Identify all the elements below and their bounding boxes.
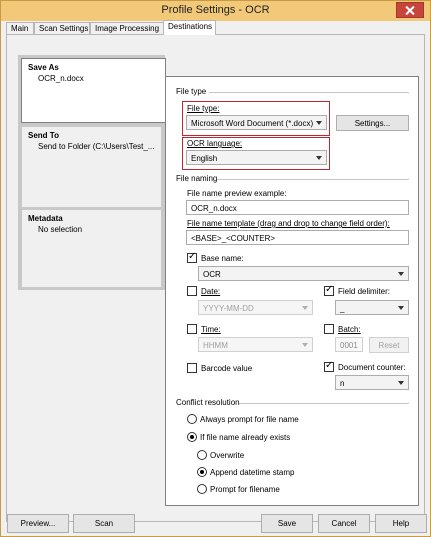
overwrite-radio[interactable] xyxy=(197,450,207,460)
save-button[interactable]: Save xyxy=(261,514,313,533)
preview-button[interactable]: Preview... xyxy=(7,514,69,533)
base-name-label: Base name: xyxy=(201,254,244,263)
help-button[interactable]: Help xyxy=(375,514,427,533)
always-prompt-radio[interactable] xyxy=(187,414,197,424)
file-type-heading: File type xyxy=(176,87,207,96)
tab-image-processing[interactable]: Image Processing xyxy=(90,22,164,34)
base-name-checkbox[interactable] xyxy=(187,251,197,263)
document-counter-checkbox[interactable] xyxy=(324,360,334,372)
destination-settings-panel: File type File type: Microsoft Word Docu… xyxy=(165,76,419,506)
always-prompt-label: Always prompt for file name xyxy=(200,415,299,424)
scan-button[interactable]: Scan xyxy=(73,514,135,533)
send-to-card[interactable]: Send To Send to Folder (C:\Users\Test_..… xyxy=(22,127,161,207)
chevron-down-icon xyxy=(316,121,322,125)
chevron-down-icon xyxy=(398,272,404,276)
date-format-value: YYYY-MM-DD xyxy=(203,304,254,313)
date-checkbox[interactable] xyxy=(187,286,197,296)
overwrite-label: Overwrite xyxy=(210,451,245,460)
append-datetime-label: Append datetime stamp xyxy=(210,468,295,477)
conflict-divider xyxy=(239,403,409,404)
prompt-filename-radio[interactable] xyxy=(197,484,207,494)
save-as-value: OCR_n.docx xyxy=(38,74,84,83)
close-icon[interactable] xyxy=(396,2,424,18)
batch-label: Batch: xyxy=(338,325,361,334)
settings-button[interactable]: Settings... xyxy=(336,115,409,131)
preview-field[interactable]: OCR_n.docx xyxy=(186,200,409,215)
field-delimiter-label: Field delimiter: xyxy=(338,287,391,296)
reset-button[interactable]: Reset xyxy=(369,337,409,353)
metadata-card[interactable]: Metadata No selection xyxy=(22,210,161,287)
time-format-select[interactable]: HHMM xyxy=(198,337,313,352)
time-label: Time: xyxy=(201,325,221,334)
file-naming-heading: File naming xyxy=(176,174,218,183)
save-as-card[interactable]: Save As OCR_n.docx xyxy=(21,58,166,123)
destination-list: Save As OCR_n.docx Send To Send to Folde… xyxy=(18,55,166,290)
file-type-select[interactable]: Microsoft Word Document (*.docx) xyxy=(186,115,327,130)
date-format-select[interactable]: YYYY-MM-DD xyxy=(198,300,313,315)
batch-checkbox[interactable] xyxy=(324,324,334,334)
send-to-title: Send To xyxy=(28,131,59,140)
time-format-value: HHMM xyxy=(203,341,228,350)
file-type-divider xyxy=(209,92,409,93)
preview-label: File name preview example: xyxy=(187,189,287,198)
time-checkbox[interactable] xyxy=(187,324,197,334)
title-bar[interactable]: Profile Settings - OCR xyxy=(1,1,430,21)
cancel-button[interactable]: Cancel xyxy=(318,514,370,533)
field-delimiter-checkbox[interactable] xyxy=(324,284,334,296)
document-counter-select[interactable]: n xyxy=(335,375,409,390)
ocr-language-select[interactable]: English xyxy=(186,150,327,165)
date-label: Date: xyxy=(201,287,221,296)
chevron-down-icon xyxy=(398,381,404,385)
profile-settings-window: Profile Settings - OCR Main Scan Setting… xyxy=(0,0,431,537)
file-type-label: File type: xyxy=(187,104,220,113)
barcode-checkbox[interactable] xyxy=(187,363,197,373)
conflict-heading: Conflict resolution xyxy=(176,398,240,407)
ocr-language-label: OCR language: xyxy=(187,139,243,148)
template-field[interactable]: <BASE>_<COUNTER> xyxy=(186,230,409,245)
field-delimiter-value: _ xyxy=(340,304,345,313)
metadata-value: No selection xyxy=(38,225,83,234)
if-exists-radio[interactable] xyxy=(187,432,197,442)
base-name-value: OCR xyxy=(203,270,221,279)
ocr-language-value: English xyxy=(191,154,218,163)
barcode-label: Barcode value xyxy=(201,364,253,373)
append-datetime-radio[interactable] xyxy=(197,467,207,477)
tab-destinations[interactable]: Destinations xyxy=(163,20,216,35)
template-label: File name template (drag and drop to cha… xyxy=(187,219,390,228)
send-to-value: Send to Folder (C:\Users\Test_... xyxy=(38,142,155,151)
file-type-value: Microsoft Word Document (*.docx) xyxy=(191,119,314,128)
tab-main[interactable]: Main xyxy=(6,22,34,34)
chevron-down-icon xyxy=(302,343,308,347)
tab-scan-settings[interactable]: Scan Settings xyxy=(34,22,90,34)
document-counter-label: Document counter: xyxy=(338,363,406,372)
save-as-title: Save As xyxy=(28,63,59,72)
chevron-down-icon xyxy=(316,156,322,160)
field-delimiter-select[interactable]: _ xyxy=(335,300,409,315)
metadata-title: Metadata xyxy=(28,214,63,223)
chevron-down-icon xyxy=(398,306,404,310)
batch-field[interactable]: 0001 xyxy=(335,337,363,352)
window-title: Profile Settings - OCR xyxy=(161,4,270,16)
dialog-client-area: Main Scan Settings Image Processing Dest… xyxy=(3,20,428,536)
base-name-select[interactable]: OCR xyxy=(198,266,409,281)
chevron-down-icon xyxy=(302,306,308,310)
prompt-filename-label: Prompt for filename xyxy=(210,485,280,494)
if-exists-label: If file name already exists xyxy=(200,433,291,442)
file-naming-divider xyxy=(217,179,409,180)
document-counter-value: n xyxy=(340,379,345,388)
